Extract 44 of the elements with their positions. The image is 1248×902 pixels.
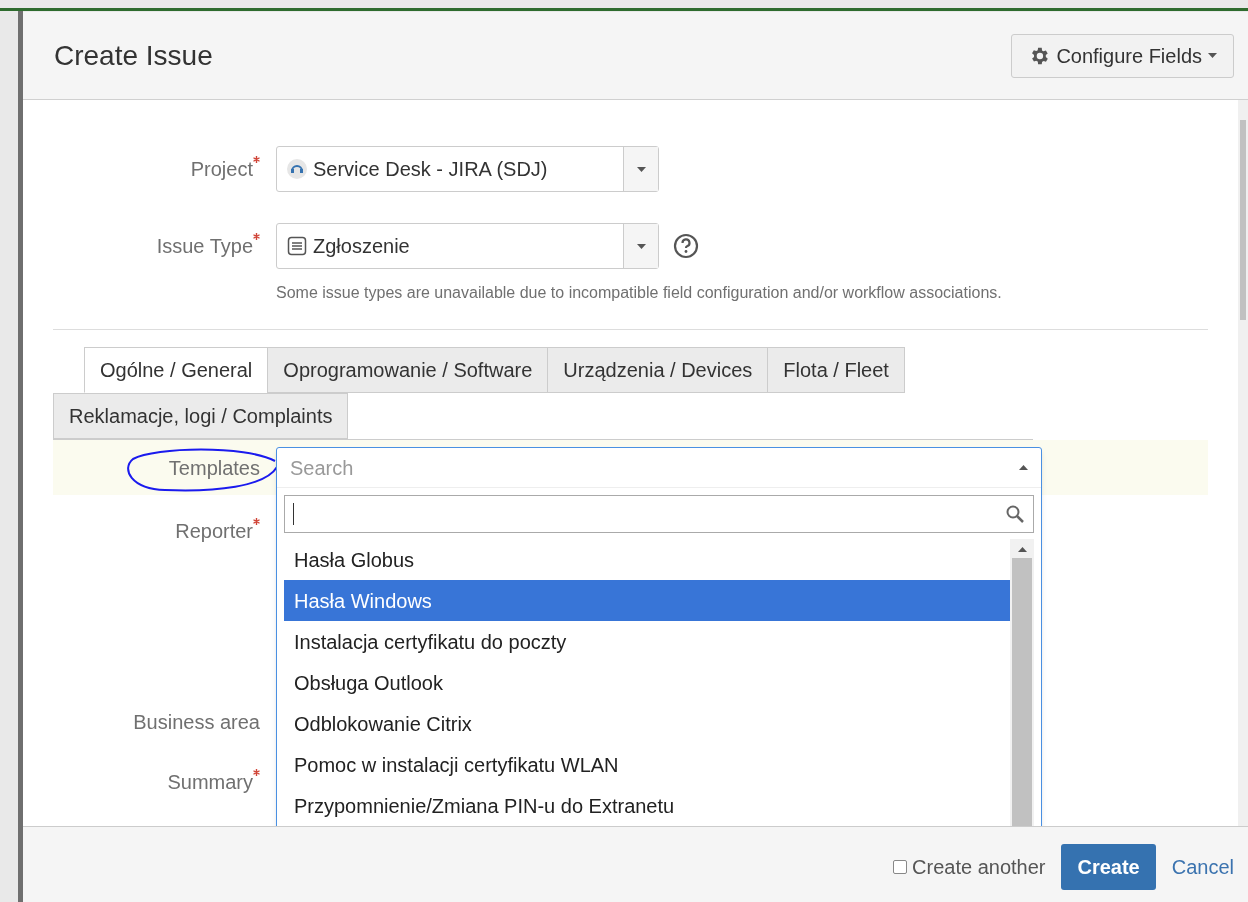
dropdown-option[interactable]: Przypomnienie/Zmiana PIN-u do Extranetu [284,785,1010,826]
dropdown-toggle[interactable] [623,147,658,191]
caret-icon [1208,53,1217,58]
dropdown-option[interactable]: Pomoc w instalacji certyfikatu WLAN [284,744,1010,785]
field-label: Business area [133,711,260,733]
tab[interactable]: Urządzenia / Devices [547,347,769,393]
select-field[interactable]: Zgłoszenie [276,223,659,269]
select-placeholder: Search [290,455,354,481]
caret-icon [1017,547,1027,552]
scrollbar-thumb[interactable] [1012,558,1032,826]
field-label: Reporter [175,520,253,542]
caret-icon [636,243,646,249]
tab[interactable]: Ogólne / General [84,347,269,393]
cancel-link[interactable]: Cancel [1171,851,1234,882]
dialog-title: Create Issue [54,38,213,73]
tab[interactable]: Oprogramowanie / Software [267,347,549,393]
field-label: Project [190,158,253,180]
select-field[interactable]: Service Desk - JIRA (SDJ) [276,146,659,192]
help-icon[interactable] [673,233,699,259]
help-text: Some issue types are unavailable due to incompatible field configuration and/or workflow associations. [276,283,1003,303]
select-value: Zgłoszenie [313,234,410,259]
field-label: Issue Type [156,235,253,257]
field-label: Summary [167,771,253,793]
search-field[interactable] [284,495,1034,533]
configure-fields-button[interactable]: Configure Fields [1011,33,1234,78]
search-icon [1005,504,1025,524]
checkbox[interactable] [893,859,908,874]
dropdown-option[interactable]: Instalacja certyfikatu do poczty [284,621,1010,662]
tab[interactable]: Reklamacje, logi / Complaints [53,393,349,439]
create-button[interactable]: Create [1061,843,1156,890]
dropdown-option[interactable]: Hasła Windows [284,580,1010,621]
tab[interactable]: Flota / Fleet [767,347,905,393]
dropdown-option[interactable]: Odblokowanie Citrix [284,703,1010,744]
dropdown-option[interactable]: Obsługa Outlook [284,662,1010,703]
headset-icon [287,159,307,179]
caret-icon [636,166,646,172]
templates-dropdown[interactable]: Search Hasła Globus Hasła Windows Instalacja certyfikatu do poczty Obsługa Outlook Odblokowanie Citrix Pomoc w instalacji certyfikatu WLAN Przypomnienie/Zmiana PIN-u do Extranetu [276,447,1042,826]
dropdown-option[interactable]: Hasła Globus [284,539,1010,580]
document-icon [287,236,307,256]
dropdown-toggle[interactable] [623,224,658,268]
select-value: Service Desk - JIRA (SDJ) [313,157,548,182]
checkbox-label: Create another [912,854,1046,880]
field-label: Templates [168,456,260,479]
caret-icon [1019,465,1028,470]
